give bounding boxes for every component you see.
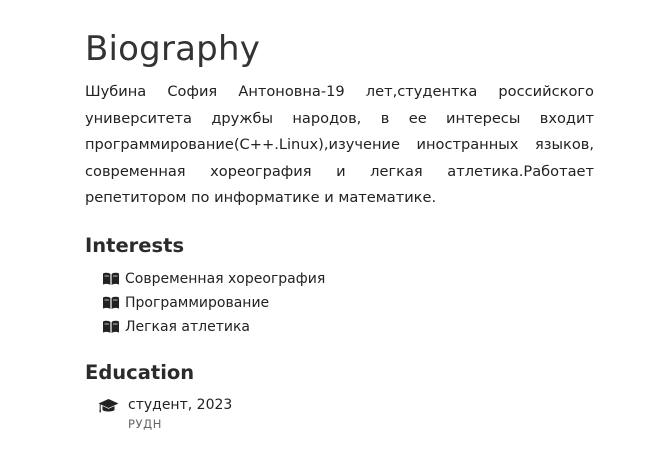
book-icon <box>103 320 119 333</box>
interests-heading: Interests <box>85 233 185 257</box>
list-item: Современная хореография <box>102 267 594 291</box>
education-heading: Education <box>85 360 195 384</box>
interests-list: Современная хореография Программирование… <box>85 267 594 339</box>
education-degree: студент <box>128 396 188 413</box>
education-degree-line: студент, 2023 <box>128 396 232 414</box>
interest-label: Программирование <box>125 294 270 311</box>
education-school: РУДН <box>128 416 162 431</box>
education-item: студент, 2023 РУДН <box>85 396 594 432</box>
main-content: Biography Шубина София Антоновна-19 лет,… <box>85 0 594 432</box>
interest-label: Современная хореография <box>125 270 326 287</box>
list-item: Программирование <box>102 291 594 315</box>
list-item: Легкая атлетика <box>102 315 594 339</box>
page-title: Biography <box>85 29 261 69</box>
biography-text: Шубина София Антоновна-19 лет,студентка … <box>85 83 594 207</box>
graduation-cap-icon <box>98 398 119 413</box>
book-icon <box>103 272 119 285</box>
interest-label: Легкая атлетика <box>125 318 250 335</box>
education-text: студент, 2023 РУДН <box>128 396 232 432</box>
book-icon <box>103 296 119 309</box>
education-year: 2023 <box>196 396 233 413</box>
education-separator: , <box>187 396 197 413</box>
